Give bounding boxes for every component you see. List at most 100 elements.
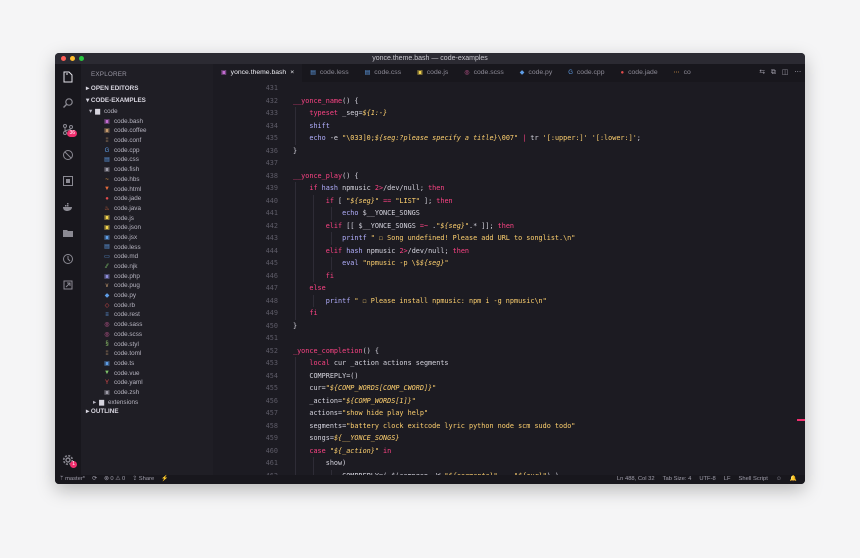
code-line[interactable]: 438 __yonce_play() { — [213, 170, 805, 183]
editor-tab[interactable]: Gcode.cpp — [560, 64, 612, 82]
extensions-disabled-icon[interactable] — [55, 142, 81, 168]
docker-icon[interactable] — [55, 194, 81, 220]
files-icon[interactable] — [55, 64, 81, 90]
code-editor[interactable]: 431 432 __yonce_name() {433 typeset _seg=$… — [213, 82, 805, 475]
folder-icon[interactable] — [55, 220, 81, 246]
file-item[interactable]: ♨ code.java — [81, 204, 213, 214]
file-item[interactable]: ● code.jade — [81, 194, 213, 204]
code-line[interactable]: 435 echo -e "\033]0;${seg:?please specif… — [213, 132, 805, 145]
editor-tab[interactable]: ⋯ co — [666, 64, 699, 82]
file-item[interactable]: ⁞⁞ code.toml — [81, 349, 213, 359]
settings-gear-icon[interactable]: 1 — [55, 447, 81, 473]
code-line[interactable]: 443 printf " ☐ Song undefined! Please ad… — [213, 232, 805, 245]
code-line[interactable]: 447 else — [213, 282, 805, 295]
feedback-icon[interactable]: ☺ — [776, 475, 782, 484]
file-item[interactable]: § code.styl — [81, 340, 213, 350]
code-line[interactable]: 449 fi — [213, 307, 805, 320]
code-line[interactable]: 431 — [213, 82, 805, 95]
code-line[interactable]: 450} — [213, 320, 805, 333]
close-button[interactable] — [61, 56, 66, 61]
more-icon[interactable]: ⋯ — [794, 64, 801, 82]
file-item[interactable]: Gcode.cpp — [81, 146, 213, 156]
remote-explorer-icon[interactable] — [55, 168, 81, 194]
git-graph-icon[interactable] — [55, 246, 81, 272]
open-editors-section[interactable]: ▸ OPEN EDITORS — [81, 83, 213, 95]
sync-icon[interactable]: ⟳ — [92, 475, 97, 484]
split-editor-icon[interactable]: ⧉ — [771, 64, 776, 82]
cursor-position[interactable]: Ln 488, Col 32 — [617, 475, 655, 484]
file-item[interactable]: ∨ code.pug — [81, 281, 213, 291]
code-line[interactable]: 454 COMPREPLY=() — [213, 369, 805, 382]
file-item[interactable]: ◇ code.rb — [81, 301, 213, 311]
problems-indicator[interactable]: ⊗ 0 ⚠ 0 — [104, 475, 125, 484]
maximize-button[interactable] — [79, 56, 84, 61]
file-item[interactable]: ⁄⁄ code.njk — [81, 262, 213, 272]
code-line[interactable]: 448 printf " ☐ Please install npmusic: n… — [213, 294, 805, 307]
layout-icon[interactable]: ◫ — [782, 64, 788, 82]
search-icon[interactable] — [55, 90, 81, 116]
file-item[interactable]: ▣ code.zsh — [81, 388, 213, 398]
file-item[interactable]: ▣ code.fish — [81, 165, 213, 175]
editor-tab[interactable]: ◎ code.scss — [456, 64, 511, 82]
code-line[interactable]: 452 _yonce_completion() { — [213, 345, 805, 358]
editor-tab[interactable]: ▤ code.less — [302, 64, 356, 82]
line-ending[interactable]: LF — [724, 475, 731, 484]
file-item[interactable]: ▼ code.vue — [81, 369, 213, 379]
code-line[interactable]: 451 — [213, 332, 805, 345]
editor-tab[interactable]: ● code.jade — [613, 64, 666, 82]
file-item[interactable]: ◆ code.py — [81, 291, 213, 301]
code-line[interactable]: 457 actions="show hide play help" — [213, 407, 805, 420]
code-line[interactable]: 455 cur="${COMP_WORDS[COMP_CWORD]}" — [213, 382, 805, 395]
file-item[interactable]: ⁞⁞ code.conf — [81, 136, 213, 146]
code-line[interactable]: 432 __yonce_name() { — [213, 95, 805, 108]
code-line[interactable]: 439 if hash npmusic 2>/dev/null; then — [213, 182, 805, 195]
tab-size[interactable]: Tab Size: 4 — [663, 475, 692, 484]
outline-section[interactable]: ▸ OUTLINE — [81, 407, 213, 417]
file-item[interactable]: Ycode.yaml — [81, 378, 213, 388]
file-item[interactable]: ▭ code.md — [81, 252, 213, 262]
code-line[interactable]: 456 _action="${COMP_WORDS[1]}" — [213, 394, 805, 407]
compare-icon[interactable]: ⇆ — [759, 64, 765, 82]
file-item[interactable]: ◎ code.scss — [81, 330, 213, 340]
code-line[interactable]: 441 echo $__YONCE_SONGS — [213, 207, 805, 220]
file-item[interactable]: ◎ code.sass — [81, 320, 213, 330]
tab-close-icon[interactable]: × — [290, 64, 294, 82]
code-line[interactable]: 433 typeset _seg=${1:-} — [213, 107, 805, 120]
folder-extensions[interactable]: ▸ ▆ extensions — [81, 398, 213, 408]
file-item[interactable]: ▣ code.php — [81, 272, 213, 282]
language-mode[interactable]: Shell Script — [739, 475, 768, 484]
file-item[interactable]: ~ code.hbs — [81, 175, 213, 185]
file-item[interactable]: ▣ code.bash — [81, 117, 213, 127]
file-item[interactable]: ▣ code.json — [81, 223, 213, 233]
project-section[interactable]: ▾ CODE-EXAMPLES — [81, 95, 213, 107]
code-line[interactable]: 434 shift — [213, 119, 805, 132]
file-item[interactable]: ▣ code.js — [81, 214, 213, 224]
file-item[interactable]: ▣ code.jsx — [81, 233, 213, 243]
code-line[interactable]: 459 songs=${__YONCE_SONGS} — [213, 432, 805, 445]
editor-tab[interactable]: ▣ yonce.theme.bash × — [213, 64, 303, 82]
code-line[interactable]: 458 segments="battery clock exitcode lyr… — [213, 419, 805, 432]
editor-tab[interactable]: ◆ code.py — [512, 64, 560, 82]
bell-icon[interactable]: 🔔 — [790, 475, 797, 484]
code-line[interactable]: 446 fi — [213, 269, 805, 282]
editor-tab[interactable]: ▣ code.js — [409, 64, 456, 82]
code-line[interactable]: 445 eval "npmusic -p \$${seg}" — [213, 257, 805, 270]
file-item[interactable]: ▣ code.ts — [81, 359, 213, 369]
file-item[interactable]: ▼ code.html — [81, 185, 213, 195]
live-share-button[interactable]: ⇪ Share — [132, 475, 154, 484]
file-item[interactable]: ▣ code.coffee — [81, 126, 213, 136]
live-share-icon[interactable] — [55, 272, 81, 298]
branch-indicator[interactable]: ᛘ master* — [60, 475, 85, 484]
minimize-button[interactable] — [70, 56, 75, 61]
code-line[interactable]: 437 — [213, 157, 805, 170]
code-line[interactable]: 436} — [213, 145, 805, 158]
editor-tab[interactable]: ▤ code.css — [357, 64, 410, 82]
code-line[interactable]: 460 case "${_action}" in — [213, 444, 805, 457]
file-item[interactable]: ≡ code.rest — [81, 310, 213, 320]
code-line[interactable]: 461 show) — [213, 457, 805, 470]
code-line[interactable]: 453 local cur _action actions segments — [213, 357, 805, 370]
code-line[interactable]: 442 elif [[ $__YONCE_SONGS =~ ."${seg}".… — [213, 219, 805, 232]
code-line[interactable]: 444 elif hash npmusic 2>/dev/null; then — [213, 244, 805, 257]
bolt-icon[interactable]: ⚡ — [161, 475, 168, 484]
code-line[interactable]: 440 if [ "${seg}" == "LIST" ]; then — [213, 194, 805, 207]
